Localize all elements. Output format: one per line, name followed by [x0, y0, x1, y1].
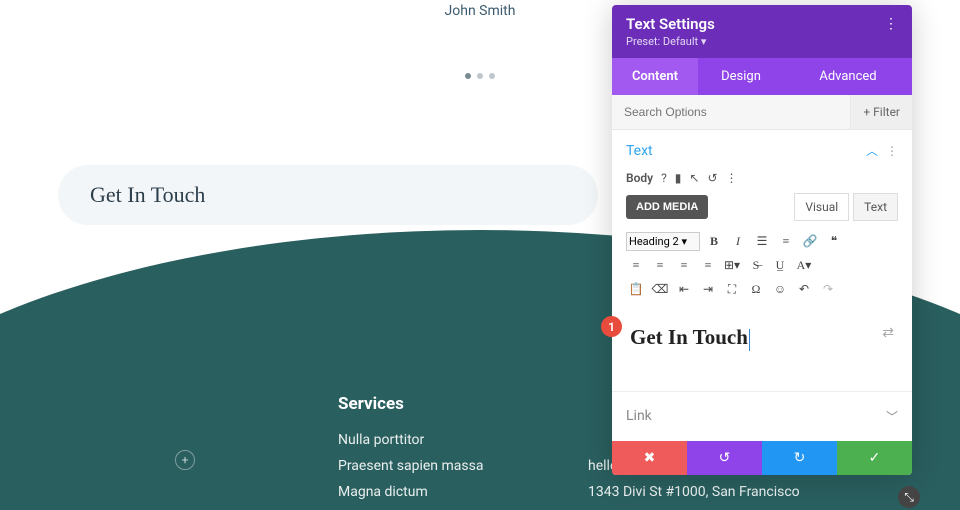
panel-title: Text Settings: [626, 15, 715, 33]
redo-button[interactable]: ↷: [818, 279, 838, 299]
list-item[interactable]: Magna dictum: [338, 484, 483, 500]
list-item[interactable]: Nulla porttitor: [338, 432, 483, 448]
section-text-toggle[interactable]: Text ︿ ⋮: [612, 130, 912, 171]
editor-toolbar: Heading 2 ▾ B I ☰ ≡ 🔗 ❝ ≡ ≡ ≡ ≡ ⊞▾ S̶ U̲…: [612, 227, 912, 307]
tab-content[interactable]: Content: [612, 58, 698, 95]
bold-button[interactable]: B: [704, 231, 724, 251]
contact-address: 1343 Divi St #1000, San Francisco: [588, 484, 800, 500]
strike-button[interactable]: S̶: [746, 255, 766, 275]
add-module-button[interactable]: +: [175, 450, 195, 470]
chevron-up-icon: ︿: [866, 142, 878, 159]
dot-1[interactable]: [465, 73, 471, 79]
emoji-button[interactable]: ☺: [770, 279, 790, 299]
align-justify-button[interactable]: ≡: [698, 255, 718, 275]
redo-button[interactable]: ↻: [762, 441, 837, 475]
search-input[interactable]: [612, 95, 850, 129]
heading-select[interactable]: Heading 2 ▾: [626, 232, 700, 251]
body-label: Body: [626, 171, 653, 185]
hover-icon[interactable]: ↖: [689, 171, 699, 185]
textcolor-button[interactable]: A▾: [794, 255, 814, 275]
more-icon[interactable]: ⋮: [884, 16, 898, 32]
tab-advanced[interactable]: Advanced: [784, 58, 912, 95]
more-icon[interactable]: ⋮: [886, 144, 898, 158]
italic-button[interactable]: I: [728, 231, 748, 251]
cancel-button[interactable]: ✖: [612, 441, 687, 475]
services-heading: Services: [338, 394, 483, 414]
outdent-button[interactable]: ⇤: [674, 279, 694, 299]
save-button[interactable]: ✓: [837, 441, 912, 475]
section-link-toggle[interactable]: Link ﹀: [612, 391, 912, 441]
dot-3[interactable]: [489, 73, 495, 79]
editor-content: Get In Touch: [630, 325, 748, 349]
media-row: ADD MEDIA Visual Text: [612, 193, 912, 227]
search-row: + Filter: [612, 95, 912, 130]
more-icon[interactable]: ⋮: [726, 171, 738, 185]
undo-button[interactable]: ↶: [794, 279, 814, 299]
responsive-icon[interactable]: ⇄: [882, 325, 894, 341]
align-center-button[interactable]: ≡: [650, 255, 670, 275]
reset-icon[interactable]: ↺: [707, 171, 717, 185]
section-label: Link: [626, 408, 652, 424]
dot-2[interactable]: [477, 73, 483, 79]
body-row: Body ? ▮ ↖ ↺ ⋮: [612, 171, 912, 193]
clear-button[interactable]: ⌫: [650, 279, 670, 299]
add-media-button[interactable]: ADD MEDIA: [626, 195, 708, 219]
undo-button[interactable]: ↺: [687, 441, 762, 475]
section-label: Text: [626, 143, 653, 159]
resize-handle[interactable]: ⤡: [898, 486, 920, 508]
table-button[interactable]: ⊞▾: [722, 255, 742, 275]
fullscreen-button[interactable]: ⛶: [722, 279, 742, 299]
tab-design[interactable]: Design: [698, 58, 784, 95]
list-item[interactable]: Praesent sapien massa: [338, 458, 483, 474]
ol-button[interactable]: ≡: [776, 231, 796, 251]
tabs: Content Design Advanced: [612, 58, 912, 95]
visual-tab[interactable]: Visual: [794, 193, 849, 221]
panel-header[interactable]: Text Settings ⋮ Preset: Default ▾: [612, 5, 912, 58]
align-left-button[interactable]: ≡: [626, 255, 646, 275]
step-badge: 1: [601, 316, 622, 337]
action-bar: ✖ ↺ ↻ ✓: [612, 441, 912, 475]
preset-selector[interactable]: Preset: Default ▾: [626, 35, 898, 48]
editor-area[interactable]: Get In Touch ⇄: [626, 315, 898, 361]
help-icon[interactable]: ?: [661, 171, 667, 185]
author-name: John Smith: [445, 3, 516, 19]
paste-button[interactable]: 📋: [626, 279, 646, 299]
settings-panel: Text Settings ⋮ Preset: Default ▾ Conten…: [612, 5, 912, 475]
link-button[interactable]: 🔗: [800, 231, 820, 251]
footer-services: Services Nulla porttitor Praesent sapien…: [338, 394, 483, 510]
underline-button[interactable]: U̲: [770, 255, 790, 275]
omega-button[interactable]: Ω: [746, 279, 766, 299]
filter-button[interactable]: + Filter: [850, 95, 912, 129]
quote-button[interactable]: ❝: [824, 231, 844, 251]
ul-button[interactable]: ☰: [752, 231, 772, 251]
indent-button[interactable]: ⇥: [698, 279, 718, 299]
mobile-icon[interactable]: ▮: [675, 171, 682, 185]
align-right-button[interactable]: ≡: [674, 255, 694, 275]
heading-pill[interactable]: Get In Touch: [58, 165, 598, 225]
slider-dots: [465, 73, 495, 79]
chevron-down-icon: ﹀: [886, 408, 898, 425]
text-tab[interactable]: Text: [853, 193, 898, 221]
